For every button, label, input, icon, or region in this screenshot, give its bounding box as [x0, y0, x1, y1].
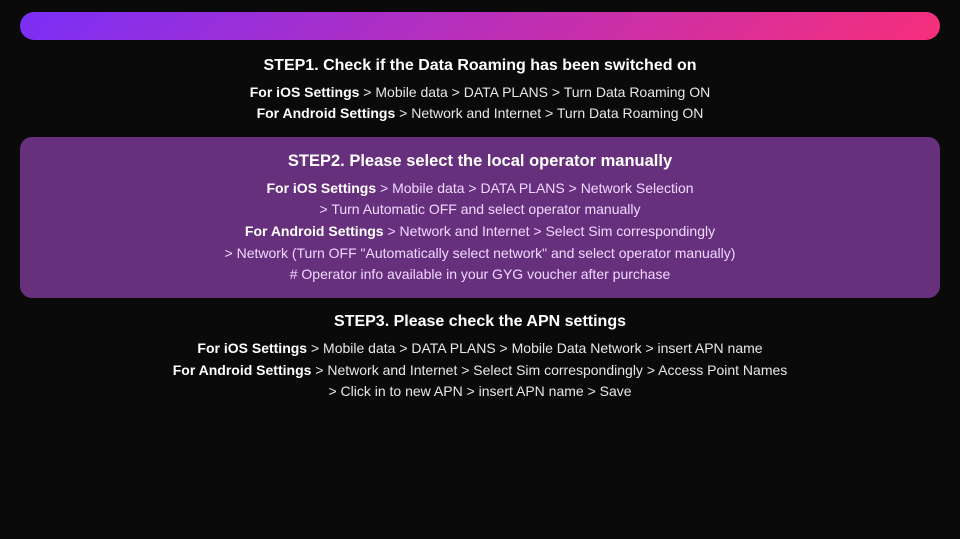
step2-line-0: For iOS Settings > Mobile data > DATA PL… [40, 178, 920, 200]
step2-bold-0: For iOS Settings [266, 180, 376, 196]
step2-line-2: For Android Settings > Network and Inter… [40, 221, 920, 243]
step2-line-4: # Operator info available in your GYG vo… [40, 264, 920, 286]
step3-bold-1: For Android Settings [173, 362, 312, 378]
step3-line-2: > Click in to new APN > insert APN name … [20, 381, 940, 403]
step2-title: STEP2. Please select the local operator … [40, 149, 920, 175]
step1-bold-0: For iOS Settings [250, 84, 360, 100]
step1-line-1: For Android Settings > Network and Inter… [20, 103, 940, 125]
step1-bold-1: For Android Settings [257, 105, 396, 121]
step3-bold-0: For iOS Settings [197, 340, 307, 356]
step2-line-1: > Turn Automatic OFF and select operator… [40, 199, 920, 221]
step1-title: STEP1. Check if the Data Roaming has bee… [20, 54, 940, 79]
step3-line-0: For iOS Settings > Mobile data > DATA PL… [20, 338, 940, 360]
content-area: STEP1. Check if the Data Roaming has bee… [20, 54, 940, 403]
step3-title: STEP3. Please check the APN settings [20, 310, 940, 335]
step2-line-3: > Network (Turn OFF "Automatically selec… [40, 243, 920, 265]
step2-block: STEP2. Please select the local operator … [20, 137, 940, 298]
step3-line-1: For Android Settings > Network and Inter… [20, 360, 940, 382]
title-banner [20, 12, 940, 40]
step1-line-0: For iOS Settings > Mobile data > DATA PL… [20, 82, 940, 104]
step1-block: STEP1. Check if the Data Roaming has bee… [20, 54, 940, 125]
step3-block: STEP3. Please check the APN settings For … [20, 310, 940, 403]
step2-bold-2: For Android Settings [245, 223, 384, 239]
